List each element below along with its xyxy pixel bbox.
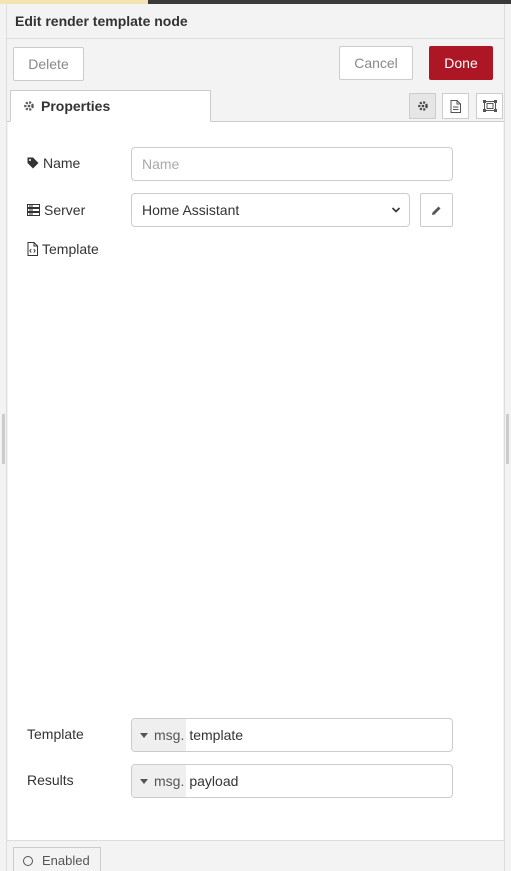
caret-down-icon (140, 778, 148, 784)
delete-button[interactable]: Delete (13, 47, 84, 81)
enabled-label: Enabled (42, 853, 90, 868)
template-type-label: msg. (154, 727, 185, 743)
template-editor-label: Template (42, 241, 99, 257)
gear-icon (417, 101, 428, 111)
header-divider (7, 38, 504, 39)
template-editor-label-row: Template (27, 241, 99, 257)
template-typed-input[interactable]: msg. template (131, 718, 453, 752)
results-type-button[interactable]: msg. (132, 765, 187, 797)
server-label-row: Server (27, 202, 85, 218)
footer-divider (7, 840, 504, 841)
chevron-down-icon (391, 207, 401, 213)
results-value[interactable]: payload (186, 765, 238, 797)
done-button[interactable]: Done (429, 46, 493, 80)
name-label-row: Name (27, 155, 80, 171)
pencil-icon (432, 206, 441, 215)
enabled-toggle[interactable]: Enabled (13, 847, 101, 871)
circle-icon (23, 855, 33, 866)
file-code-icon (27, 242, 38, 256)
tray-title: Edit render template node (15, 13, 188, 29)
tab-settings[interactable] (409, 93, 436, 119)
tab-description[interactable] (442, 93, 469, 119)
results-typed-input[interactable]: msg. payload (131, 764, 453, 798)
edit-server-button[interactable] (420, 193, 453, 227)
tab-appearance[interactable] (476, 93, 503, 119)
template-value[interactable]: template (186, 719, 243, 751)
results-type-label: msg. (154, 773, 185, 789)
name-label: Name (43, 155, 81, 171)
server-label: Server (44, 202, 86, 218)
results-label: Results (27, 772, 74, 788)
gear-icon (24, 101, 34, 111)
tab-properties-label: Properties (41, 98, 111, 114)
object-group-icon (482, 100, 497, 112)
resize-handle-right[interactable] (506, 414, 509, 464)
tag-icon (27, 157, 39, 169)
cancel-button[interactable]: Cancel (339, 46, 413, 80)
file-text-icon (450, 99, 461, 113)
resize-handle-left[interactable] (2, 414, 5, 464)
caret-down-icon (140, 732, 148, 738)
name-input[interactable] (131, 147, 453, 181)
template-label: Template (27, 726, 84, 742)
tab-properties[interactable]: Properties (10, 90, 211, 122)
template-type-button[interactable]: msg. (132, 719, 187, 751)
server-icon (27, 204, 40, 216)
server-select-value: Home Assistant (142, 202, 240, 218)
server-select[interactable]: Home Assistant (131, 193, 410, 227)
